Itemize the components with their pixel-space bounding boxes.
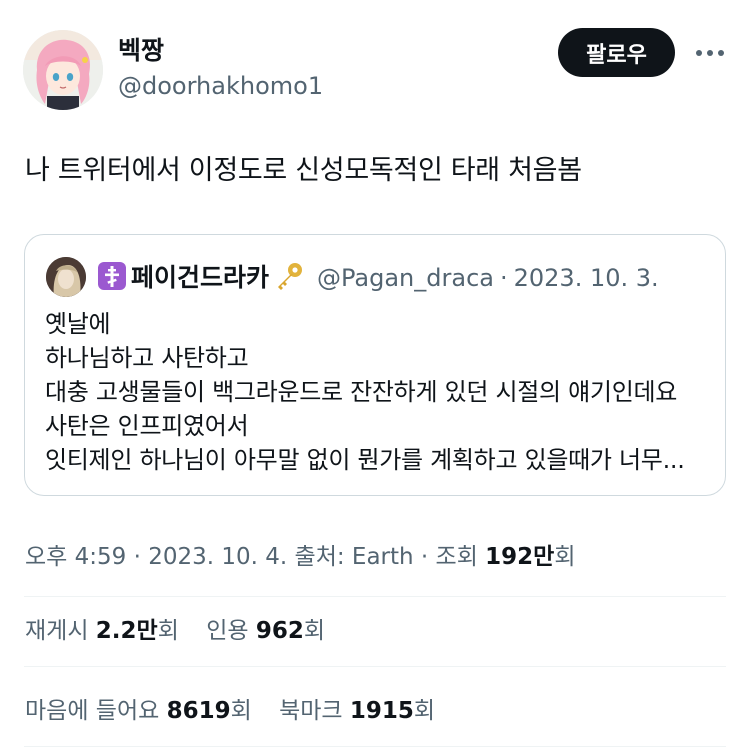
tweet-detail: 벡짱 @doorhakhomo1 팔로우 나 트위터에서 이정도로 신성모독적인… [0, 0, 750, 749]
separator-dot: · [133, 544, 141, 570]
quoted-tweet-card[interactable]: 페이건드라카 @Pagan_draca · 2023. 10. 3. 옛날에 하… [24, 234, 726, 496]
engagement-row-1: 재게시 2.2만회 인용 962회 [25, 614, 345, 648]
quoted-tweet-text: 옛날에 하나님하고 사탄하고 대충 고생물들이 백그라운드로 잔잔하게 있던 시… [45, 307, 685, 477]
key-icon [273, 260, 305, 296]
quoted-author-avatar[interactable] [46, 257, 86, 297]
orthodox-cross-icon [97, 261, 127, 295]
likes-label: 마음에 들어요 [25, 698, 160, 724]
bookmarks-stat[interactable]: 북마크 1915회 [279, 698, 435, 724]
retweets-label: 재게시 [25, 618, 89, 644]
separator-dot: · [420, 544, 429, 570]
tweet-source: 출처: Earth [294, 544, 414, 570]
avatar-illustration [23, 30, 103, 110]
likes-unit: 회 [230, 698, 252, 724]
tweet-text: 나 트위터에서 이정도로 신성모독적인 타래 처음봄 [25, 155, 582, 186]
separator-dot: · [499, 264, 508, 292]
engagement-row-2: 마음에 들어요 8619회 북마크 1915회 [25, 694, 455, 728]
divider [24, 666, 726, 667]
tweet-time[interactable]: 오후 4:59 [25, 544, 126, 570]
retweets-count: 2.2만 [95, 618, 158, 644]
views-label: 조회 [435, 544, 478, 570]
likes-count: 8619 [166, 698, 231, 724]
views-count: 192만 [485, 544, 555, 570]
likes-stat[interactable]: 마음에 들어요 8619회 [25, 698, 252, 724]
divider [24, 746, 726, 747]
retweets-unit: 회 [157, 618, 179, 644]
quotes-stat[interactable]: 인용 962회 [206, 618, 325, 644]
quotes-label: 인용 [206, 618, 249, 644]
author-handle[interactable]: @doorhakhomo1 [118, 72, 323, 100]
quoted-author-row: 페이건드라카 @Pagan_draca · 2023. 10. 3. [97, 259, 659, 297]
bookmarks-label: 북마크 [279, 698, 343, 724]
tweet-meta: 오후 4:59 · 2023. 10. 4. 출처: Earth · 조회 19… [25, 540, 576, 574]
retweets-stat[interactable]: 재게시 2.2만회 [25, 618, 179, 644]
follow-button[interactable]: 팔로우 [558, 28, 675, 77]
more-icon[interactable] [693, 36, 727, 70]
quotes-unit: 회 [303, 618, 326, 644]
quoted-text-line: 잇티제인 하나님이 아무말 없이 뭔가를 계획하고 있을때가 너무... [45, 446, 685, 474]
author-avatar[interactable] [23, 30, 103, 110]
quoted-text-line: 옛날에 [45, 310, 111, 338]
bookmarks-unit: 회 [413, 698, 436, 724]
quoted-text-line: 하나님하고 사탄하고 [45, 344, 249, 372]
tweet-date[interactable]: 2023. 10. 4. [148, 544, 287, 570]
quoted-tweet-date[interactable]: 2023. 10. 3. [514, 264, 659, 292]
quoted-text-line: 사탄은 인프피였어서 [45, 412, 249, 440]
bookmarks-count: 1915 [349, 698, 414, 724]
views-unit: 회 [554, 544, 576, 570]
quoted-text-line: 대충 고생물들이 백그라운드로 잔잔하게 있던 시절의 얘기인데요 [45, 378, 678, 406]
quoted-author-handle[interactable]: @Pagan_draca [317, 264, 494, 292]
divider [24, 596, 726, 597]
author-display-name[interactable]: 벡짱 [118, 36, 164, 66]
quoted-author-name[interactable]: 페이건드라카 [131, 263, 269, 293]
quotes-count: 962 [255, 618, 304, 644]
